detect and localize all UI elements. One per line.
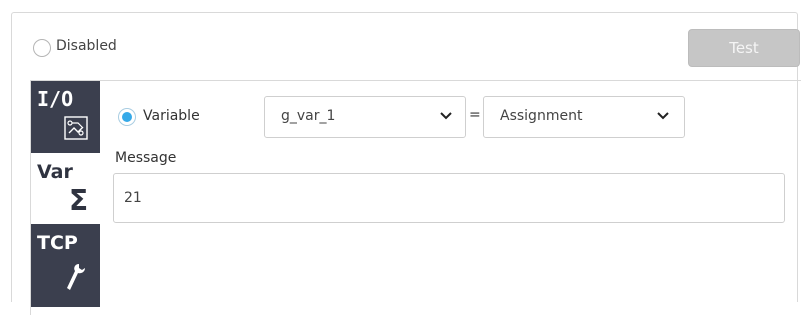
wrench-icon <box>67 264 85 290</box>
operation-select[interactable]: Assignment <box>483 96 685 138</box>
circuit-icon <box>64 116 88 140</box>
chevron-down-icon <box>657 112 669 120</box>
tab-io[interactable]: I/O <box>31 81 100 153</box>
variable-select[interactable]: g_var_1 <box>264 96 466 138</box>
message-label: Message <box>115 150 177 166</box>
tab-var[interactable]: Var Σ <box>31 153 100 224</box>
operation-select-value: Assignment <box>500 108 583 124</box>
variable-radio[interactable] <box>118 108 136 126</box>
tab-tcp-label: TCP <box>37 232 78 254</box>
equals-sign: = <box>469 107 481 123</box>
test-button[interactable]: Test <box>688 29 800 67</box>
settings-panel: Disabled Test I/O Var Σ TCP Variable g_v… <box>11 12 801 315</box>
chevron-down-icon <box>440 112 452 120</box>
message-input[interactable]: 21 <box>113 173 785 223</box>
variable-select-value: g_var_1 <box>281 108 336 124</box>
disabled-label: Disabled <box>56 38 117 54</box>
tab-io-label: I/O <box>37 87 74 111</box>
tab-tcp[interactable]: TCP <box>31 224 100 307</box>
category-tabs: I/O Var Σ TCP <box>31 81 100 307</box>
disabled-radio[interactable] <box>33 39 51 57</box>
sigma-icon: Σ <box>69 184 89 217</box>
variable-label: Variable <box>143 108 200 124</box>
tab-var-label: Var <box>37 161 73 183</box>
